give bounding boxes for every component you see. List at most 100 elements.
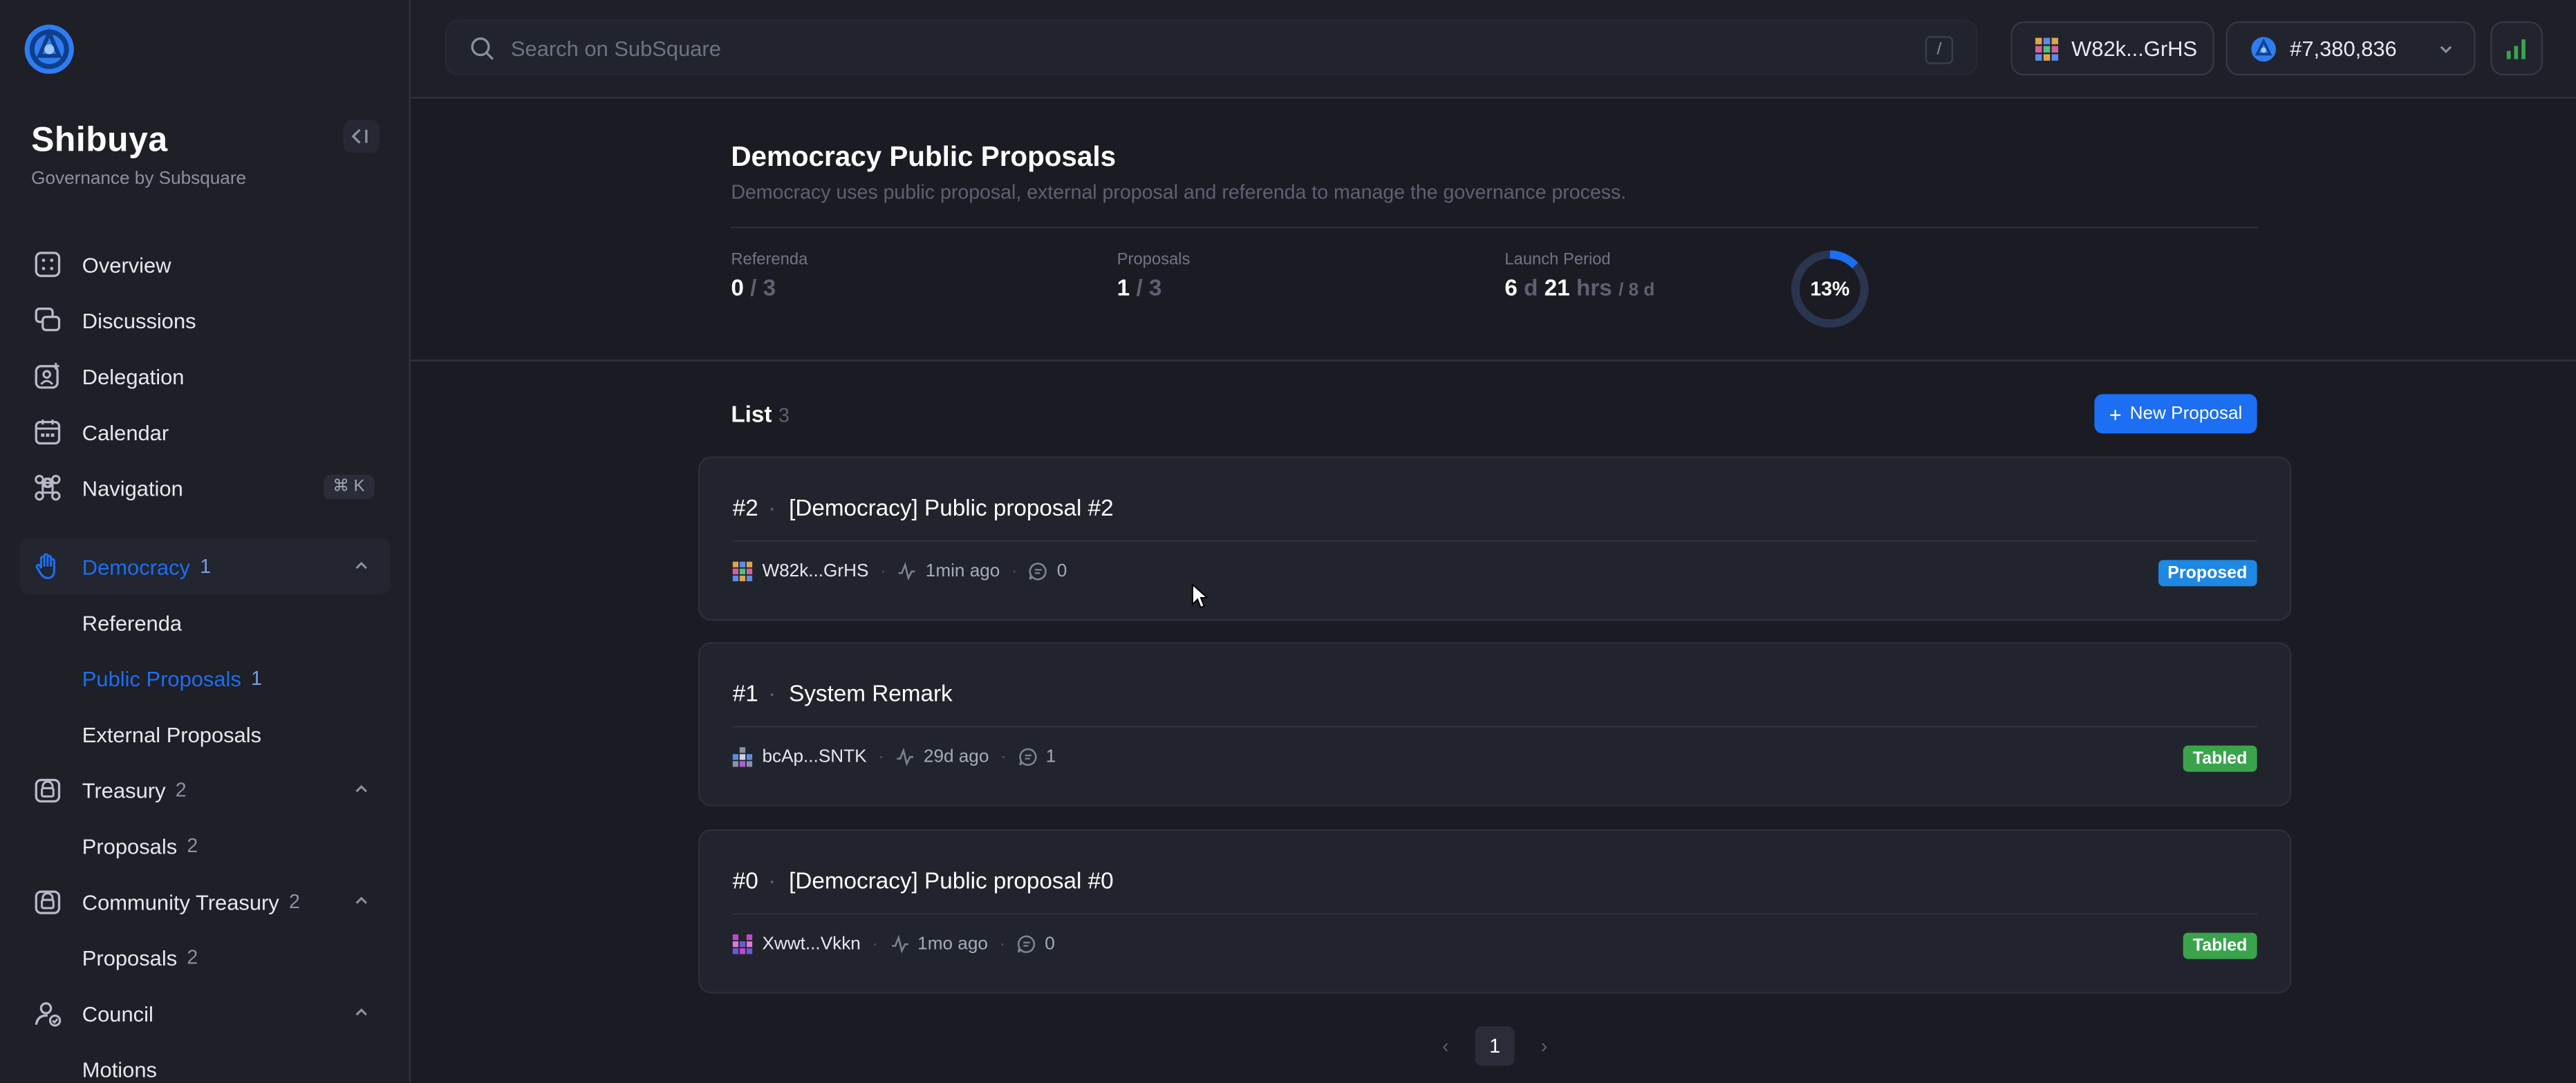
hand-icon bbox=[33, 552, 63, 581]
stat-label: Referenda bbox=[731, 251, 808, 270]
subsquare-logo-icon[interactable] bbox=[23, 23, 75, 75]
proposal-card[interactable]: #1 · System Remark bcAp...SNTK · 29d ago ·… bbox=[698, 642, 2292, 807]
search-shortcut: / bbox=[1925, 36, 1954, 64]
account-button[interactable]: W82k...GrHS bbox=[2010, 21, 2214, 76]
sidebar-item-label: Proposals bbox=[82, 833, 178, 858]
chevron-down-icon bbox=[2440, 46, 2452, 54]
democracy-count: 1 bbox=[200, 555, 212, 578]
launch-hours-unit: hrs bbox=[1576, 274, 1612, 301]
sidebar-item-community-treasury[interactable]: Community Treasury 2 bbox=[20, 874, 391, 930]
bar-chart-icon bbox=[2506, 38, 2526, 59]
status-badge: Tabled bbox=[2183, 932, 2257, 959]
chevron-up-icon[interactable] bbox=[351, 890, 371, 910]
proposal-title[interactable]: #2 · [Democracy] Public proposal #2 bbox=[733, 494, 1114, 520]
proposal-author[interactable]: Xwwt...Vkkn bbox=[762, 934, 860, 954]
sidebar-item-calendar[interactable]: Calendar bbox=[20, 404, 391, 460]
sidebar-item-label: Overview bbox=[82, 252, 171, 277]
activity-icon bbox=[891, 934, 908, 954]
app-root: Shibuya Governance by Subsquare Overview… bbox=[0, 0, 2576, 1082]
community-proposals-count: 2 bbox=[187, 945, 198, 969]
sidebar-item-navigation[interactable]: Navigation ⌘ K bbox=[20, 460, 391, 516]
shibuya-network-icon bbox=[2251, 36, 2276, 61]
separator-dot: · bbox=[767, 867, 776, 894]
proposals-total: / 3 bbox=[1136, 274, 1162, 301]
stat-launch-period: Launch Period 6 d 21 hrs / 8 d bbox=[1504, 252, 1654, 301]
launch-total: / 8 d bbox=[1618, 281, 1655, 301]
proposal-title[interactable]: #1 · System Remark bbox=[733, 680, 953, 706]
summary-panel: Democracy Public Proposals Democracy use… bbox=[411, 99, 2576, 361]
separator-dot: · bbox=[1011, 561, 1018, 582]
proposal-meta: Xwwt...Vkkn · 1mo ago · 0 bbox=[732, 934, 1055, 954]
overview-icon bbox=[33, 249, 63, 279]
activity-icon bbox=[899, 562, 916, 581]
delegation-icon bbox=[33, 361, 63, 391]
topbar: / W82k...GrHS #7,380,836 bbox=[411, 0, 2576, 99]
proposal-author[interactable]: bcAp...SNTK bbox=[762, 747, 866, 767]
proposal-title-text: [Democracy] Public proposal #2 bbox=[789, 494, 1114, 521]
separator-dot: · bbox=[767, 679, 776, 706]
public-proposals-count: 1 bbox=[251, 666, 263, 690]
chevron-up-icon[interactable] bbox=[351, 778, 371, 798]
sidebar-item-treasury[interactable]: Treasury 2 bbox=[20, 762, 391, 818]
sidebar-item-discussions[interactable]: Discussions bbox=[20, 292, 391, 348]
sidebar-item-delegation[interactable]: Delegation bbox=[20, 348, 391, 404]
chevron-up-icon[interactable] bbox=[351, 1001, 371, 1021]
proposal-title[interactable]: #0 · [Democracy] Public proposal #0 bbox=[733, 867, 1114, 894]
calendar-icon bbox=[33, 417, 63, 447]
sidebar-item-label: Delegation bbox=[82, 364, 185, 388]
council-icon bbox=[33, 999, 63, 1028]
sidebar-item-referenda[interactable]: Referenda bbox=[20, 594, 391, 650]
sidebar-item-overview[interactable]: Overview bbox=[20, 236, 391, 292]
proposal-card[interactable]: #0 · [Democracy] Public proposal #0 Xwwt..… bbox=[698, 829, 2292, 994]
card-divider bbox=[732, 726, 2257, 728]
pagination-prev-button[interactable]: ‹ bbox=[1429, 1035, 1462, 1057]
sidebar-item-motions[interactable]: Motions bbox=[20, 1041, 391, 1082]
launch-days-unit: d bbox=[1524, 274, 1538, 301]
sidebar-item-label: Council bbox=[82, 1001, 153, 1026]
sidebar-item-label: Democracy bbox=[82, 554, 191, 579]
community-treasury-count: 2 bbox=[288, 889, 300, 914]
discussions-icon bbox=[33, 305, 63, 335]
sidebar-item-democracy[interactable]: Democracy 1 bbox=[19, 538, 391, 595]
proposal-card[interactable]: #2 · [Democracy] Public proposal #2 W82k..… bbox=[698, 456, 2292, 621]
stats-button[interactable] bbox=[2490, 21, 2544, 76]
sidebar-item-community-proposals[interactable]: Proposals 2 bbox=[20, 930, 391, 986]
proposal-title-text: System Remark bbox=[789, 679, 953, 706]
search-input[interactable] bbox=[510, 35, 1858, 60]
plus-icon: + bbox=[2109, 401, 2122, 426]
stat-value: 6 d 21 hrs / 8 d bbox=[1504, 274, 1654, 301]
stat-value: 0 / 3 bbox=[731, 274, 808, 301]
search-bar[interactable]: / bbox=[445, 19, 1978, 76]
sidebar-item-external-proposals[interactable]: External Proposals bbox=[20, 706, 391, 762]
chevron-up-icon[interactable] bbox=[351, 555, 371, 575]
new-proposal-button[interactable]: + New Proposal bbox=[2094, 394, 2257, 434]
network-selector[interactable]: #7,380,836 bbox=[2225, 21, 2476, 76]
proposal-index: #0 bbox=[732, 867, 758, 894]
community-treasury-icon bbox=[33, 887, 63, 916]
proposal-meta: bcAp...SNTK · 29d ago · 1 bbox=[732, 747, 1056, 767]
separator-dot: · bbox=[999, 934, 1006, 954]
proposal-time: 1min ago bbox=[925, 561, 1000, 582]
status-badge: Proposed bbox=[2158, 560, 2257, 587]
pagination-page-button[interactable]: 1 bbox=[1475, 1026, 1515, 1066]
sidebar-item-council[interactable]: Council bbox=[20, 986, 391, 1042]
proposal-comments: 0 bbox=[1056, 561, 1067, 582]
main-content: Democracy Public Proposals Democracy use… bbox=[411, 99, 2576, 1082]
collapse-sidebar-button[interactable] bbox=[343, 120, 380, 153]
author-avatar-icon bbox=[732, 747, 753, 767]
treasury-proposals-count: 2 bbox=[187, 834, 198, 858]
sidebar-item-label: External Proposals bbox=[82, 722, 262, 746]
launch-days: 6 bbox=[1504, 274, 1518, 301]
comment-icon bbox=[1018, 748, 1036, 766]
pagination-next-button[interactable]: › bbox=[1528, 1035, 1561, 1057]
proposal-time: 1mo ago bbox=[917, 934, 988, 954]
sidebar-item-public-proposals[interactable]: Public Proposals 1 bbox=[20, 650, 391, 706]
proposal-comments: 1 bbox=[1045, 747, 1056, 767]
pagination: ‹ 1 › bbox=[1429, 1026, 1560, 1066]
treasury-icon bbox=[33, 775, 63, 804]
separator-dot: · bbox=[767, 494, 776, 521]
proposal-author[interactable]: W82k...GrHS bbox=[762, 562, 868, 582]
sidebar-item-treasury-proposals[interactable]: Proposals 2 bbox=[20, 818, 391, 874]
stat-referenda: Referenda 0 / 3 bbox=[731, 252, 808, 301]
